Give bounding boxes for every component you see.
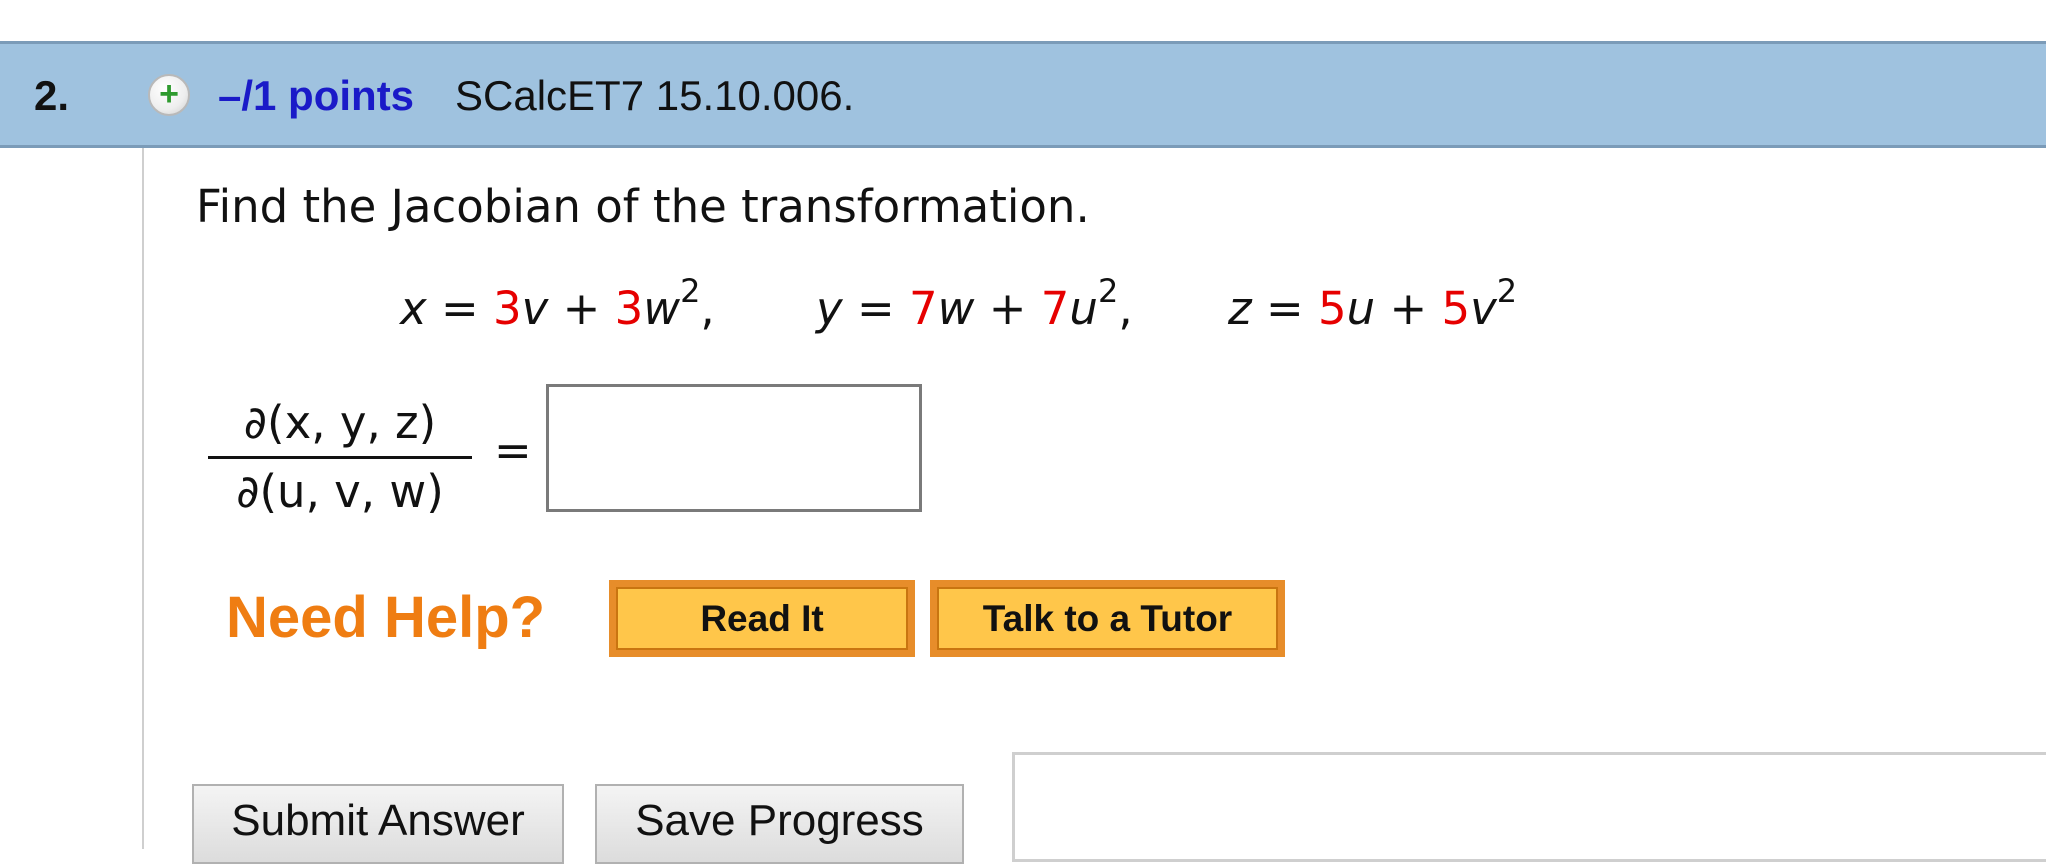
eq-equals-sign: = bbox=[1265, 282, 1304, 335]
eq-coefficient: 5 bbox=[1441, 282, 1471, 335]
jacobian-denominator: ∂(u, v, w) bbox=[236, 465, 444, 518]
eq-coefficient: 7 bbox=[1040, 282, 1070, 335]
eq-term: u bbox=[1069, 282, 1098, 335]
submit-answer-button[interactable]: Submit Answer bbox=[192, 784, 564, 864]
read-it-button[interactable]: Read It bbox=[609, 580, 915, 657]
eq-equals-sign: = bbox=[440, 282, 479, 335]
eq-exponent: 2 bbox=[680, 272, 701, 310]
eq-exponent: 2 bbox=[1097, 272, 1119, 310]
fraction-bar bbox=[208, 456, 472, 459]
jacobian-numerator: ∂(x, y, z) bbox=[243, 396, 437, 449]
eq-term: v bbox=[1470, 282, 1497, 335]
jacobian-equals-sign: = bbox=[494, 424, 532, 477]
eq-separator: , bbox=[700, 282, 715, 335]
equation-y: y = 7w + 7u2, bbox=[816, 275, 1133, 335]
read-it-label: Read It bbox=[616, 587, 908, 650]
save-progress-button[interactable]: Save Progress bbox=[595, 784, 964, 864]
eq-plus-sign: + bbox=[562, 282, 601, 335]
eq-coefficient: 5 bbox=[1317, 282, 1347, 335]
eq-exponent: 2 bbox=[1496, 272, 1518, 310]
eq-plus-sign: + bbox=[1389, 282, 1428, 335]
equation-x: x = 3v + 3w2, bbox=[400, 275, 715, 335]
eq-separator: , bbox=[1118, 282, 1133, 335]
points-label: –/1 points bbox=[218, 72, 415, 119]
eq-variable: y bbox=[816, 282, 843, 335]
eq-term: w bbox=[937, 282, 975, 335]
eq-term: u bbox=[1346, 282, 1376, 335]
side-panel bbox=[1012, 752, 2046, 862]
question-number: 2. bbox=[34, 72, 70, 119]
equation-z: z = 5u + 5v2 bbox=[1228, 275, 1517, 335]
eq-equals-sign: = bbox=[856, 282, 895, 335]
question-header: 2. + –/1 points SCalcET7 15.10.006. bbox=[0, 41, 2046, 148]
talk-to-tutor-button[interactable]: Talk to a Tutor bbox=[930, 580, 1285, 657]
eq-variable: z bbox=[1228, 282, 1252, 335]
question-left-border bbox=[142, 148, 144, 849]
need-help-label: Need Help? bbox=[226, 585, 546, 650]
eq-coefficient: 3 bbox=[492, 282, 522, 335]
question-prompt: Find the Jacobian of the transformation. bbox=[196, 180, 1090, 233]
expand-button[interactable]: + bbox=[148, 74, 190, 116]
eq-term: v bbox=[521, 282, 549, 335]
eq-variable: x bbox=[400, 282, 427, 335]
plus-circle-icon: + bbox=[159, 74, 179, 113]
source-label: SCalcET7 15.10.006. bbox=[455, 72, 855, 119]
eq-coefficient: 7 bbox=[908, 282, 938, 335]
eq-plus-sign: + bbox=[988, 282, 1027, 335]
eq-term: w bbox=[643, 282, 681, 335]
eq-coefficient: 3 bbox=[614, 282, 644, 335]
talk-to-tutor-label: Talk to a Tutor bbox=[937, 587, 1278, 650]
jacobian-fraction: ∂(x, y, z) ∂(u, v, w) bbox=[208, 396, 472, 521]
answer-input[interactable] bbox=[546, 384, 922, 512]
